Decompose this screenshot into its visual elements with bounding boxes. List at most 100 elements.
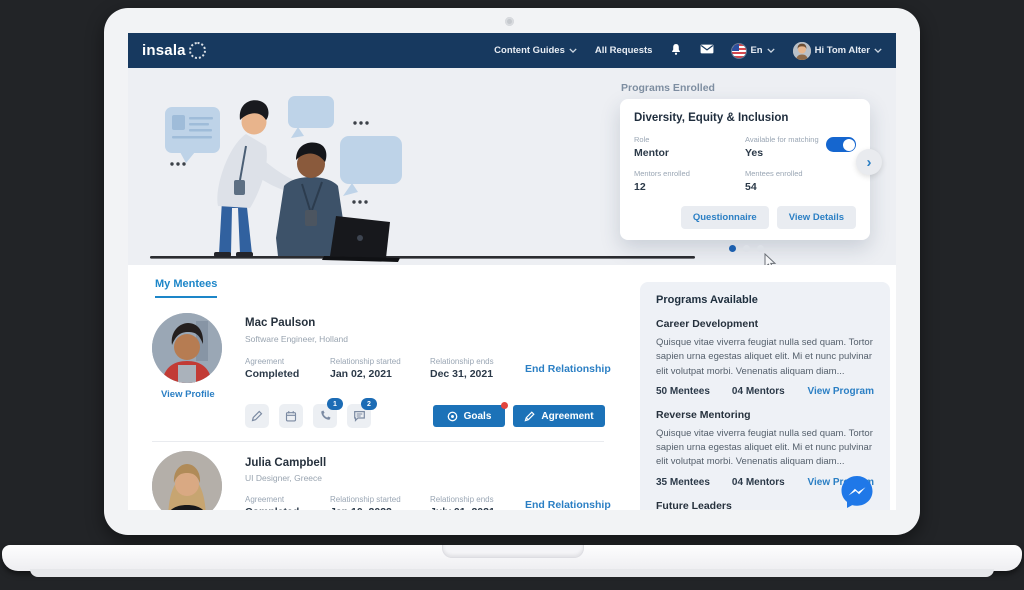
- language-label: En: [750, 45, 762, 56]
- program-description: Quisque vitae viverra feugiat nulla sed …: [656, 336, 874, 379]
- laptop-screen: insala Content Guides All Requests En: [128, 33, 896, 510]
- goals-button-label: Goals: [464, 411, 492, 422]
- mentee-tools: 1 2: [245, 404, 371, 428]
- carousel-dot[interactable]: [743, 245, 750, 252]
- hero-section: Programs Enrolled Diversity, Equity & In…: [128, 68, 896, 265]
- programs-enrolled-heading: Programs Enrolled: [621, 82, 715, 94]
- mentees-count: 50 Mentees: [656, 386, 710, 397]
- us-flag-icon: [732, 44, 746, 58]
- row-divider: [152, 441, 604, 442]
- notifications-button[interactable]: [670, 43, 682, 59]
- notification-dot: [501, 402, 508, 409]
- chat-badge: 2: [361, 398, 377, 410]
- goals-button[interactable]: Goals: [433, 405, 505, 427]
- main-content: My Mentees View Profile Mac Paulson Soft…: [128, 265, 896, 510]
- mail-icon: [700, 44, 714, 57]
- pen-icon: [524, 411, 535, 422]
- chevron-down-icon: [569, 48, 577, 53]
- messenger-chat-button[interactable]: [839, 474, 875, 510]
- mentees-enrolled-field: Mentees enrolled 54: [745, 169, 856, 193]
- tab-my-mentees[interactable]: My Mentees: [155, 278, 217, 298]
- user-avatar: [793, 42, 811, 60]
- carousel-dots: [729, 245, 764, 252]
- relationship-started-label: Relationship started: [330, 357, 401, 366]
- role-field: Role Mentor: [634, 135, 745, 159]
- greeting-label: Hi Tom Alter: [815, 45, 870, 56]
- user-menu[interactable]: Hi Tom Alter: [793, 42, 882, 60]
- calendar-icon: [285, 410, 297, 422]
- language-selector[interactable]: En: [732, 44, 774, 58]
- view-details-button[interactable]: View Details: [777, 206, 856, 229]
- call-badge: 1: [327, 398, 343, 410]
- mentors-count: 04 Mentors: [732, 386, 785, 397]
- chevron-down-icon: [767, 48, 775, 53]
- mentees-enrolled-label: Mentees enrolled: [745, 169, 856, 178]
- mentee-avatar[interactable]: [152, 313, 222, 383]
- mentors-enrolled-label: Mentors enrolled: [634, 169, 745, 178]
- end-relationship-link[interactable]: End Relationship: [525, 363, 611, 375]
- program-item: Career Development Quisque vitae viverra…: [656, 318, 874, 397]
- relationship-ends-label: Relationship ends: [430, 495, 494, 504]
- mentee-avatar[interactable]: [152, 451, 222, 510]
- bell-icon: [670, 43, 682, 59]
- view-program-link[interactable]: View Program: [807, 386, 874, 397]
- edit-button[interactable]: [245, 404, 269, 428]
- relationship-ends-value: July 01, 2021: [430, 506, 495, 510]
- laptop-base-lip: [30, 569, 994, 577]
- pencil-icon: [251, 410, 263, 422]
- nav-all-requests[interactable]: All Requests: [595, 45, 653, 56]
- programs-available-heading: Programs Available: [656, 294, 874, 306]
- nav-content-guides-label: Content Guides: [494, 45, 565, 56]
- end-relationship-link[interactable]: End Relationship: [525, 499, 611, 510]
- agreement-label: Agreement: [245, 495, 284, 504]
- mentee-name: Julia Campbell: [245, 457, 326, 469]
- messages-button[interactable]: [700, 44, 714, 57]
- available-for-matching-toggle[interactable]: [826, 137, 856, 152]
- carousel-next-button[interactable]: ›: [856, 149, 882, 175]
- toggle-knob: [843, 139, 855, 151]
- calendar-button[interactable]: [279, 404, 303, 428]
- agreement-button-label: Agreement: [541, 411, 593, 422]
- relationship-ends-value: Dec 31, 2021: [430, 368, 493, 380]
- agreement-value: Completed: [245, 506, 299, 510]
- agreement-label: Agreement: [245, 357, 284, 366]
- mentees-enrolled-value: 54: [745, 181, 856, 193]
- program-title: Diversity, Equity & Inclusion: [634, 112, 856, 124]
- mentees-count: 35 Mentees: [656, 477, 710, 488]
- target-icon: [447, 411, 458, 422]
- laptop-camera: [505, 17, 514, 26]
- mentee-name: Mac Paulson: [245, 317, 315, 329]
- role-value: Mentor: [634, 147, 745, 159]
- mentors-count: 04 Mentors: [732, 477, 785, 488]
- mentors-enrolled-field: Mentors enrolled 12: [634, 169, 745, 193]
- chat-icon: [353, 410, 366, 422]
- role-label: Role: [634, 135, 745, 144]
- program-name: Reverse Mentoring: [656, 409, 874, 421]
- agreement-button[interactable]: Agreement: [513, 405, 605, 427]
- program-enrolled-card: Diversity, Equity & Inclusion Role Mento…: [620, 99, 870, 240]
- mentee-role: UI Designer, Greece: [245, 473, 322, 483]
- mentee-role: Software Engineer, Holland: [245, 334, 348, 344]
- logo-text: insala: [142, 42, 186, 59]
- relationship-started-value: Jan 02, 2021: [330, 368, 392, 380]
- laptop-base-notch: [442, 545, 584, 558]
- relationship-started-label: Relationship started: [330, 495, 401, 504]
- view-profile-link[interactable]: View Profile: [161, 389, 215, 400]
- logo-burst-icon: [189, 42, 206, 59]
- call-button[interactable]: 1: [313, 404, 337, 428]
- carousel-dot[interactable]: [757, 245, 764, 252]
- program-description: Quisque vitae viverra feugiat nulla sed …: [656, 427, 874, 470]
- top-navbar: insala Content Guides All Requests En: [128, 33, 896, 68]
- phone-icon: [319, 410, 331, 422]
- agreement-value: Completed: [245, 368, 299, 380]
- insala-logo[interactable]: insala: [142, 42, 206, 59]
- chevron-down-icon: [874, 48, 882, 53]
- questionnaire-button[interactable]: Questionnaire: [681, 206, 769, 229]
- carousel-dot[interactable]: [729, 245, 736, 252]
- nav-all-requests-label: All Requests: [595, 45, 653, 56]
- chat-button[interactable]: 2: [347, 404, 371, 428]
- relationship-started-value: Jan 10, 2022: [330, 506, 392, 510]
- mentors-enrolled-value: 12: [634, 181, 745, 193]
- relationship-ends-label: Relationship ends: [430, 357, 494, 366]
- nav-content-guides[interactable]: Content Guides: [494, 45, 577, 56]
